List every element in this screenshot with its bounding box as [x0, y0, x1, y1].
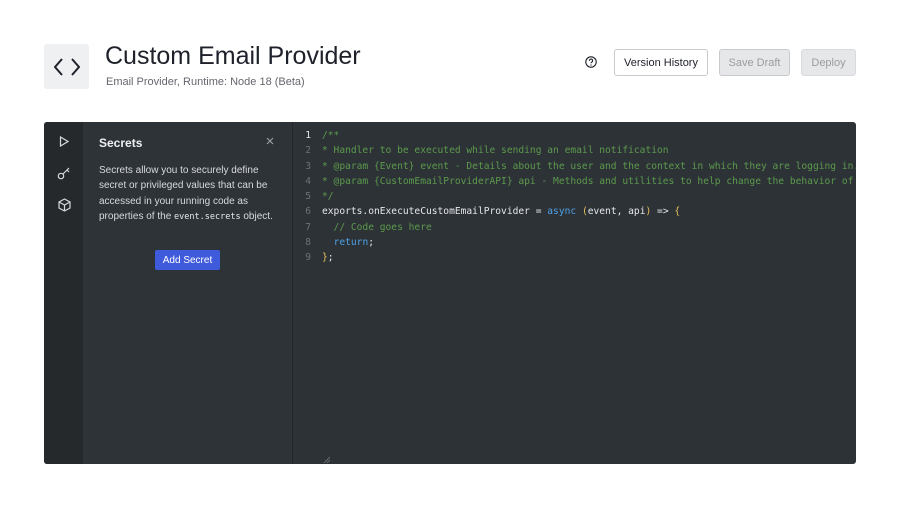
page-subtitle: Email Provider, Runtime: Node 18 (Beta) — [106, 76, 305, 88]
play-icon[interactable] — [57, 134, 71, 148]
add-secret-button[interactable]: Add Secret — [155, 250, 220, 270]
code-token: { — [674, 206, 681, 218]
code-text: return; — [311, 235, 374, 250]
code-line[interactable]: 4 * @param {CustomEmailProviderAPI} api -… — [293, 174, 856, 189]
code-line[interactable]: 1 /** — [293, 128, 856, 143]
code-token: * @param {CustomEmailProviderAPI} api - … — [322, 175, 854, 187]
code-token: /** — [322, 130, 340, 141]
code-token: * Handler to be executed while sending a… — [322, 145, 669, 157]
app-logo — [44, 44, 89, 89]
line-number: 2 — [305, 145, 311, 157]
code-text: * @param {Event} event - Details about t… — [311, 159, 856, 174]
code-line[interactable]: 2 * Handler to be executed while sending … — [293, 143, 856, 158]
code-text: */ — [311, 189, 334, 204]
code-text: exports.onExecuteCustomEmailProvider = a… — [311, 204, 680, 219]
code-line[interactable]: 7 // Code goes here — [293, 220, 856, 235]
line-number: 4 — [305, 175, 311, 187]
code-token: exports.onExecuteCustomEmailProvider = — [322, 206, 548, 218]
code-token: ; — [368, 237, 374, 249]
code-token: * @param {Event} event - Details about t… — [322, 160, 856, 172]
line-number: 9 — [305, 252, 311, 264]
code-line[interactable]: 3 * @param {Event} event - Details about … — [293, 159, 856, 174]
code-line[interactable]: 9}; — [293, 250, 856, 265]
code-text: * Handler to be executed while sending a… — [311, 143, 669, 158]
inline-code: event.secrets — [174, 211, 241, 222]
code-text: }; — [311, 250, 334, 265]
secrets-description: Secrets allow you to securely define sec… — [99, 165, 273, 222]
code-text: // Code goes here — [311, 220, 432, 235]
code-token: => — [651, 206, 675, 218]
key-icon[interactable] — [57, 166, 71, 180]
code-brackets-icon — [53, 57, 80, 76]
line-number: 1 — [305, 130, 311, 141]
close-icon[interactable] — [265, 136, 275, 146]
code-text: /** — [311, 128, 339, 143]
editor-sidebar — [44, 122, 83, 464]
question-circle-icon[interactable] — [585, 56, 597, 68]
code-area[interactable]: 1 /** 2 * Handler to be executed while send… — [293, 128, 856, 464]
code-token: ; — [327, 252, 334, 264]
code-line[interactable]: 8 return; — [293, 235, 856, 250]
secrets-panel-title: Secrets — [99, 136, 143, 150]
line-number: 5 — [305, 191, 311, 203]
code-token: event, api — [587, 206, 646, 218]
line-number: 7 — [305, 221, 311, 233]
code-token: */ — [322, 191, 334, 203]
save-draft-button[interactable]: Save Draft — [719, 49, 790, 76]
line-number: 6 — [305, 206, 311, 218]
line-number: 8 — [305, 237, 311, 249]
line-number: 3 — [305, 160, 311, 172]
code-token: return — [333, 237, 369, 249]
code-line[interactable]: 5 */ — [293, 189, 856, 204]
version-history-button[interactable]: Version History — [614, 49, 708, 76]
code-token: // Code goes here — [322, 221, 432, 233]
page-title: Custom Email Provider — [105, 42, 361, 70]
code-editor: Secrets Secrets allow you to securely de… — [44, 122, 856, 464]
deploy-button[interactable]: Deploy — [801, 49, 856, 76]
code-line[interactable]: 6 exports.onExecuteCustomEmailProvider = … — [293, 204, 856, 219]
code-text: * @param {CustomEmailProviderAPI} api - … — [311, 174, 856, 189]
code-token: async — [547, 206, 577, 218]
package-icon[interactable] — [57, 198, 71, 212]
secrets-panel: Secrets Secrets allow you to securely de… — [83, 122, 330, 464]
